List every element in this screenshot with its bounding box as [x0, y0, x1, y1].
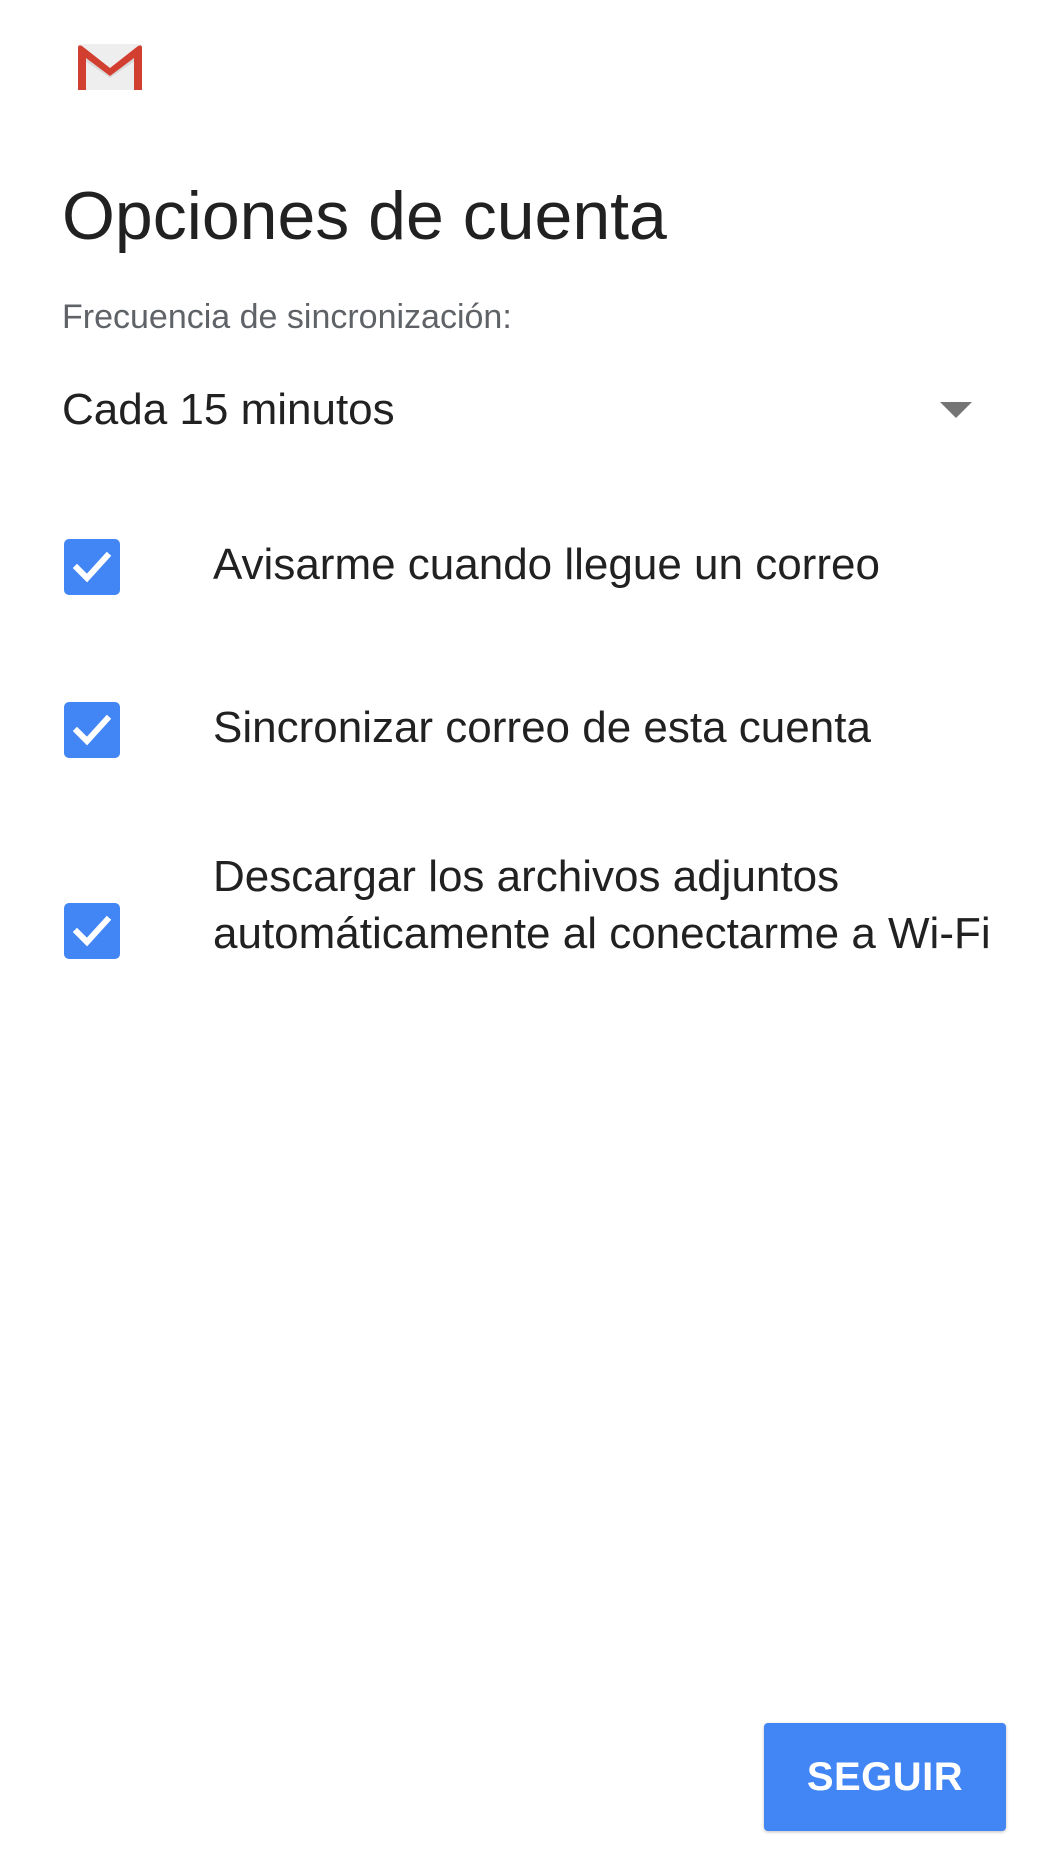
sync-mail-label: Sincronizar correo de esta cuenta — [213, 703, 871, 752]
checkmark-icon — [72, 714, 112, 746]
download-attachments-label: Descargar los archivos adjuntos automáti… — [213, 852, 991, 958]
sync-frequency-value: Cada 15 minutos — [62, 385, 395, 434]
notify-checkbox[interactable] — [64, 539, 120, 595]
sync-frequency-dropdown[interactable]: Cada 15 minutos — [62, 380, 982, 440]
gmail-logo-icon — [74, 40, 146, 94]
checkmark-icon — [72, 915, 112, 947]
option-notify-new-mail[interactable]: Avisarme cuando llegue un correo — [0, 530, 1046, 600]
notify-label: Avisarme cuando llegue un correo — [213, 540, 880, 589]
dropdown-arrow-icon — [940, 402, 972, 418]
sync-frequency-label: Frecuencia de sincronización: — [62, 298, 512, 336]
page-title: Opciones de cuenta — [62, 178, 667, 254]
checkmark-icon — [72, 551, 112, 583]
option-sync-mail[interactable]: Sincronizar correo de esta cuenta — [0, 693, 1046, 763]
download-attachments-checkbox[interactable] — [64, 903, 120, 959]
continue-button[interactable]: SEGUIR — [764, 1723, 1006, 1831]
option-download-attachments[interactable]: Descargar los archivos adjuntos automáti… — [0, 848, 1046, 1028]
sync-mail-checkbox[interactable] — [64, 702, 120, 758]
